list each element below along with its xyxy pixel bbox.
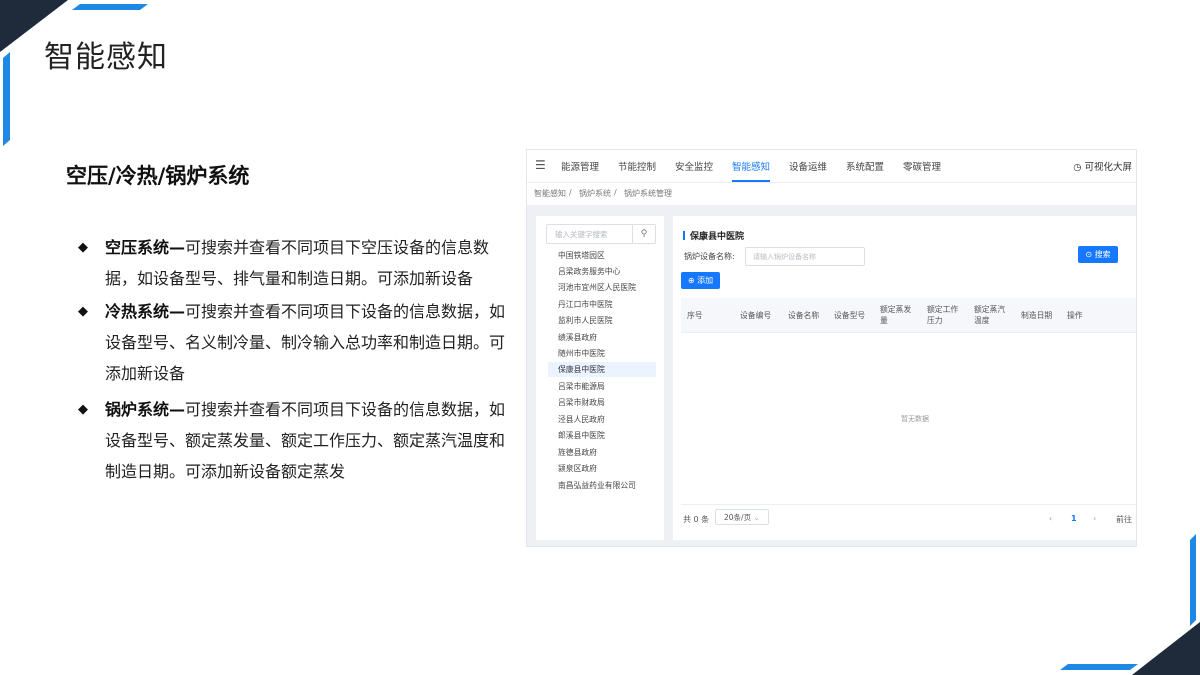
slide-title: 智能感知 <box>44 40 168 75</box>
breadcrumb-item[interactable]: 智能感知 <box>534 188 566 199</box>
empty-text: 暂无数据 <box>901 415 929 423</box>
column-header: 设备名称 <box>788 310 820 320</box>
diamond-bullet-icon: ◆ <box>78 402 88 417</box>
goto-page-label[interactable]: 前往 <box>1116 514 1132 525</box>
bullet-head: 冷热系统— <box>105 302 186 321</box>
nav-item-smart-sensing[interactable]: 智能感知 <box>732 159 770 173</box>
bullet-head: 锅炉系统— <box>105 400 186 419</box>
column-header: 额定蒸汽温度 <box>974 305 1006 325</box>
bullet-head: 空压系统— <box>105 238 186 257</box>
diamond-bullet-icon: ◆ <box>78 240 88 255</box>
nav-item-maintenance[interactable]: 设备运维 <box>789 159 827 173</box>
column-header: 制造日期 <box>1021 310 1053 320</box>
tree-item[interactable]: 泾县人民政府 <box>548 412 656 427</box>
column-header: 设备编号 <box>740 310 772 320</box>
breadcrumb-item-current: 锅炉系统管理 <box>624 189 672 198</box>
chevron-down-icon: ⌄ <box>753 513 760 522</box>
tree-item[interactable]: 丹江口市中医院 <box>548 297 656 312</box>
tree-item[interactable]: 绩溪县政府 <box>548 330 656 345</box>
current-page[interactable]: 1 <box>1071 514 1077 523</box>
tree-item[interactable]: 旌德县政府 <box>548 445 656 460</box>
project-tree-panel: 输入关键字搜索 ⚲ 中国铁塔园区 吕梁政务服务中心 河池市宜州区人民医院 丹江口… <box>536 216 664 540</box>
tree-item[interactable]: 吕梁市财政局 <box>548 395 656 410</box>
boiler-name-input[interactable]: 请输入锅炉设备名称 <box>745 247 865 266</box>
column-header: 操作 <box>1067 310 1083 320</box>
filter-label: 锅炉设备名称: <box>684 252 735 261</box>
bullet-item: ◆ 冷热系统—可搜索并查看不同项目下设备的信息数据，如设备型号、名义制冷量、制冷… <box>78 296 510 389</box>
tree-item-selected[interactable]: 保康县中医院 <box>548 362 656 377</box>
top-nav-bar: ☰ 能源管理 节能控制 安全监控 智能感知 设备运维 系统配置 零碳管理 ◷ 可… <box>527 150 1136 182</box>
column-header: 设备型号 <box>834 310 866 320</box>
column-header: 额定蒸发量 <box>880 305 912 325</box>
total-count: 共 0 条 <box>683 515 710 524</box>
add-button[interactable]: ⊕ 添加 <box>681 272 720 289</box>
menu-icon[interactable]: ☰ <box>535 158 546 172</box>
visual-screen-link[interactable]: ◷ 可视化大屏 <box>1073 159 1132 173</box>
app-screenshot: ☰ 能源管理 节能控制 安全监控 智能感知 设备运维 系统配置 零碳管理 ◷ 可… <box>527 150 1136 546</box>
tree-item[interactable]: 中国铁塔园区 <box>548 248 656 263</box>
tree-item[interactable]: 吕梁市能源局 <box>548 379 656 394</box>
nav-item-zero-carbon[interactable]: 零碳管理 <box>903 159 941 173</box>
search-button[interactable]: ⊙ 搜索 <box>1078 246 1118 263</box>
tree-item[interactable]: 南昌弘益药业有限公司 <box>548 478 656 493</box>
tree-item[interactable]: 颍泉区政府 <box>548 461 656 476</box>
nav-item-config[interactable]: 系统配置 <box>846 159 884 173</box>
table-header: 序号 设备编号 设备名称 设备型号 额定蒸发量 额定工作压力 额定蒸汽温度 制造… <box>681 298 1136 333</box>
nav-item-energy[interactable]: 能源管理 <box>561 159 599 173</box>
breadcrumb-item[interactable]: 锅炉系统 <box>579 188 611 199</box>
column-header: 额定工作压力 <box>927 305 959 325</box>
page-size-select[interactable]: 20条/页 ⌄ <box>715 509 769 525</box>
page-size-value: 20条/页 <box>724 513 752 522</box>
panel-title-text: 保康县中医院 <box>690 232 745 242</box>
breadcrumb: 智能感知 / 锅炉系统 / 锅炉系统管理 <box>527 182 1136 205</box>
next-page-button[interactable]: › <box>1093 514 1096 523</box>
search-icon[interactable]: ⚲ <box>632 225 655 243</box>
diamond-bullet-icon: ◆ <box>78 304 88 319</box>
column-header: 序号 <box>687 310 703 320</box>
tree-item[interactable]: 河池市宜州区人民医院 <box>548 280 656 295</box>
tree-item[interactable]: 吕梁政务服务中心 <box>548 264 656 279</box>
boiler-device-panel: 保康县中医院 锅炉设备名称: 请输入锅炉设备名称 ⊙ 搜索 ⊕ 添加 序号 设备… <box>673 216 1136 540</box>
corner-decoration-bottom-right <box>1040 530 1200 675</box>
nav-item-safety[interactable]: 安全监控 <box>675 159 713 173</box>
table-body: 暂无数据 <box>681 332 1136 505</box>
prev-page-button[interactable]: ‹ <box>1049 514 1052 523</box>
section-title: 空压/冷热/锅炉系统 <box>66 164 250 188</box>
breadcrumb-separator: / <box>569 188 572 197</box>
breadcrumb-separator: / <box>614 188 617 197</box>
boiler-name-placeholder: 请输入锅炉设备名称 <box>753 253 816 261</box>
tree-item[interactable]: 随州市中医院 <box>548 346 656 361</box>
bullet-item: ◆ 空压系统—可搜索并查看不同项目下空压设备的信息数据，如设备型号、排气量和制造… <box>78 232 510 294</box>
tree-search-input[interactable]: 输入关键字搜索 ⚲ <box>546 224 656 244</box>
tree-item[interactable]: 郎溪县中医院 <box>548 428 656 443</box>
bullet-item: ◆ 锅炉系统—可搜索并查看不同项目下设备的信息数据，如设备型号、额定蒸发量、额定… <box>78 394 510 487</box>
bullet-list: ◆ 空压系统—可搜索并查看不同项目下空压设备的信息数据，如设备型号、排气量和制造… <box>78 232 510 489</box>
panel-title: 保康县中医院 <box>683 229 744 242</box>
nav-item-saving[interactable]: 节能控制 <box>618 159 656 173</box>
tree-item[interactable]: 监利市人民医院 <box>548 313 656 328</box>
tree-search-placeholder: 输入关键字搜索 <box>555 230 608 239</box>
